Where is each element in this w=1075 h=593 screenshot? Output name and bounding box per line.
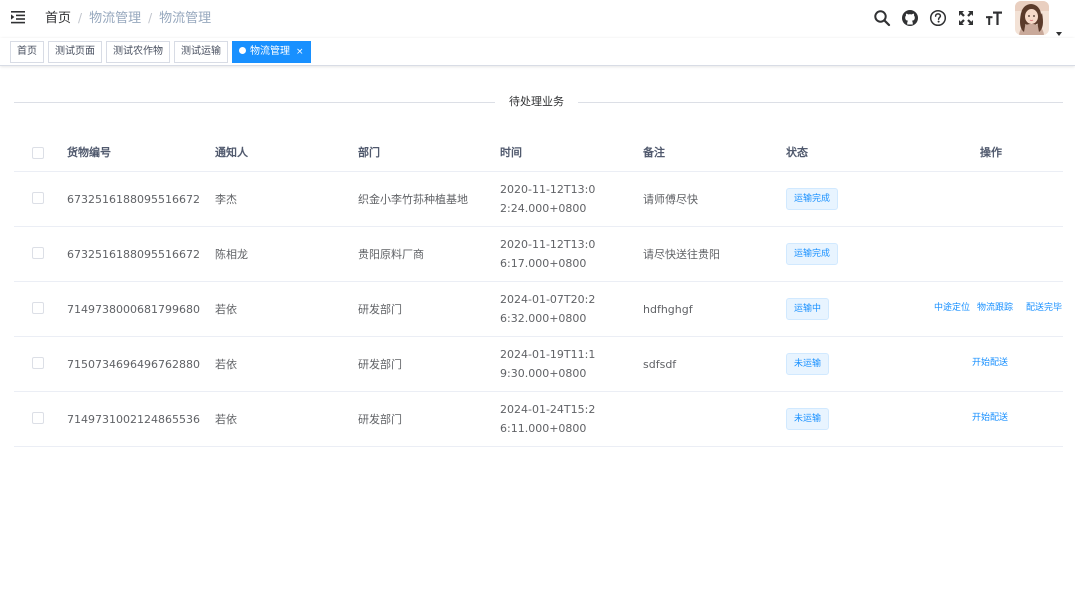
cell-note: sdfsdf: [643, 358, 677, 371]
caret-down-icon[interactable]: [1056, 22, 1062, 36]
hamburger-icon[interactable]: [10, 9, 26, 25]
delivered-button[interactable]: 配送完毕: [1026, 302, 1063, 314]
table-row[interactable]: 6732516188095516672 李杰 织金小李竹荪种植基地 2020-1…: [14, 172, 1063, 227]
cell-note: 请师傅尽快: [643, 193, 698, 206]
tag-logistics-active[interactable]: 物流管理 ×: [232, 41, 311, 63]
tag-label: 测试农作物: [113, 46, 163, 57]
table-header: 货物编号 通知人 部门 时间 备注 状态 操作: [14, 134, 1063, 172]
breadcrumb-current: 物流管理: [159, 11, 212, 26]
cell-department: 研发部门: [358, 303, 402, 316]
table-row[interactable]: 7149731002124865536 若依 研发部门 2024-01-24T1…: [14, 392, 1063, 447]
row-checkbox[interactable]: [32, 247, 44, 259]
header-time[interactable]: 时间: [500, 146, 522, 160]
cell-notifier: 若依: [215, 303, 237, 316]
header-actions: 操作: [980, 146, 1002, 159]
cell-time: 2024-01-24T15:26:11.000+0800: [500, 403, 596, 435]
breadcrumb-home[interactable]: 首页: [45, 11, 71, 26]
row-checkbox[interactable]: [32, 302, 44, 314]
section-title: 待处理业务: [495, 94, 578, 110]
cell-note: 请尽快送往贵阳: [643, 248, 720, 261]
tag-home[interactable]: 首页: [10, 41, 44, 63]
cell-notifier: 若依: [215, 413, 237, 426]
cell-department: 研发部门: [358, 413, 402, 426]
tag-test-page[interactable]: 测试页面: [48, 41, 102, 63]
breadcrumb: 首页 / 物流管理 / 物流管理: [45, 10, 211, 27]
row-checkbox[interactable]: [32, 357, 44, 369]
avatar[interactable]: [1015, 1, 1049, 35]
table-row[interactable]: 7149738000681799680 若依 研发部门 2024-01-07T2…: [14, 282, 1063, 337]
question-icon[interactable]: [929, 9, 947, 27]
fullscreen-icon[interactable]: [957, 9, 975, 27]
github-icon[interactable]: [901, 9, 919, 27]
cell-department: 研发部门: [358, 358, 402, 371]
table-row[interactable]: 6732516188095516672 陈相龙 贵阳原料厂商 2020-11-1…: [14, 227, 1063, 282]
cell-department: 织金小李竹荪种植基地: [358, 193, 468, 206]
tag-test-transport[interactable]: 测试运输: [174, 41, 228, 63]
row-checkbox[interactable]: [32, 412, 44, 424]
cell-notifier: 若依: [215, 358, 237, 371]
status-badge: 运输完成: [786, 243, 839, 265]
select-all-checkbox[interactable]: [32, 147, 44, 159]
status-badge: 运输中: [786, 298, 830, 320]
header-cargo-id[interactable]: 货物编号: [67, 146, 111, 160]
row-checkbox[interactable]: [32, 192, 44, 204]
track-button[interactable]: 物流跟踪: [977, 302, 1013, 314]
cell-cargo-id: 6732516188095516672: [67, 248, 200, 261]
header-notifier[interactable]: 通知人: [215, 146, 248, 160]
header-department[interactable]: 部门: [358, 146, 380, 160]
cell-cargo-id: 7149738000681799680: [67, 303, 200, 316]
table-row[interactable]: 7150734696496762880 若依 研发部门 2024-01-19T1…: [14, 337, 1063, 392]
cell-cargo-id: 6732516188095516672: [67, 193, 200, 206]
cell-time: 2020-11-12T13:06:17.000+0800: [500, 238, 596, 270]
breadcrumb-separator: /: [78, 11, 83, 25]
header-note[interactable]: 备注: [643, 146, 665, 160]
breadcrumb-logistics: 物流管理: [89, 11, 142, 26]
tag-label: 测试运输: [181, 46, 221, 57]
start-delivery-button[interactable]: 开始配送: [972, 412, 1008, 424]
cell-time: 2020-11-12T13:02:24.000+0800: [500, 183, 596, 215]
status-badge: 运输完成: [786, 188, 839, 210]
tag-label: 首页: [17, 46, 37, 57]
cell-note: hdfhghgf: [643, 303, 693, 316]
start-delivery-button[interactable]: 开始配送: [972, 357, 1008, 369]
cell-cargo-id: 7150734696496762880: [67, 358, 200, 371]
cell-time: 2024-01-19T11:19:30.000+0800: [500, 348, 596, 380]
cell-notifier: 陈相龙: [215, 248, 248, 261]
tag-test-crops[interactable]: 测试农作物: [106, 41, 170, 63]
tags-view: 首页 测试页面 测试农作物 测试运输 物流管理 ×: [0, 38, 1075, 66]
breadcrumb-separator: /: [148, 11, 153, 25]
font-size-icon[interactable]: [985, 9, 1003, 27]
locate-button[interactable]: 中途定位: [934, 302, 970, 314]
cell-time: 2024-01-07T20:26:32.000+0800: [500, 293, 596, 325]
status-badge: 未运输: [786, 353, 830, 375]
active-dot-icon: [239, 47, 246, 54]
search-icon[interactable]: [873, 9, 891, 27]
tag-label: 物流管理: [250, 46, 290, 57]
cell-notifier: 李杰: [215, 193, 237, 206]
close-icon[interactable]: ×: [296, 47, 304, 57]
cell-cargo-id: 7149731002124865536: [67, 413, 200, 426]
navbar: 首页 / 物流管理 / 物流管理: [0, 0, 1075, 38]
tag-label: 测试页面: [55, 46, 95, 57]
cell-department: 贵阳原料厂商: [358, 248, 424, 261]
header-status[interactable]: 状态: [786, 146, 808, 160]
status-badge: 未运输: [786, 408, 830, 430]
